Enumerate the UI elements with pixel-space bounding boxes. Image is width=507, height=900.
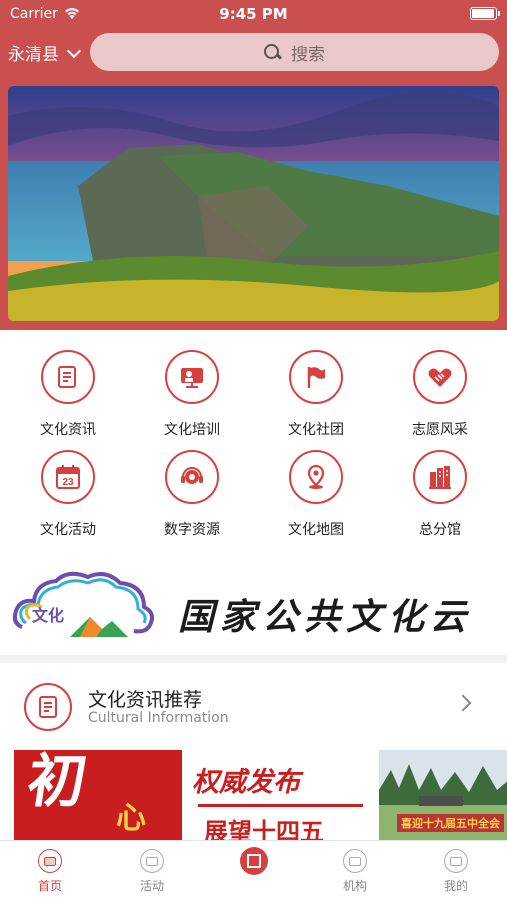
thumb-big-character: 初 bbox=[23, 750, 91, 815]
grid-label: 文化社团 bbox=[288, 422, 344, 438]
grid-item-cultural-club[interactable]: 文化社团 bbox=[254, 350, 378, 439]
grid-item-digital-resources[interactable]: 数字资源 bbox=[130, 450, 254, 539]
grid-label: 文化培训 bbox=[164, 422, 220, 438]
tab-activity[interactable]: 活动 bbox=[102, 841, 202, 900]
calendar-icon: 23 bbox=[41, 450, 95, 504]
location-selector[interactable]: 永清县 bbox=[8, 40, 82, 65]
grid-item-cultural-activity[interactable]: 23 文化活动 bbox=[6, 450, 130, 539]
profile-icon bbox=[444, 849, 468, 873]
grid-label: 数字资源 bbox=[164, 522, 220, 538]
training-icon bbox=[165, 350, 219, 404]
document-icon bbox=[24, 683, 72, 731]
culture-cloud-title[interactable]: 国家公共文化云 bbox=[178, 588, 472, 640]
news-thumbnails: 初 心 权威发布 展望十四五 喜迎十九届五中全会 bbox=[14, 750, 507, 840]
section-header-cultural-info[interactable]: 文化资讯推荐 Cultural Information bbox=[0, 663, 507, 745]
chevron-right-icon[interactable] bbox=[454, 694, 472, 712]
handshake-icon bbox=[413, 350, 467, 404]
tab-label: 我的 bbox=[443, 879, 468, 893]
tab-home[interactable]: 首页 bbox=[0, 841, 100, 900]
thumb-headline: 权威发布 bbox=[192, 767, 300, 798]
news-icon bbox=[41, 350, 95, 404]
cloud-logo-text: 文化 bbox=[32, 606, 64, 625]
thumb-subheadline: 展望十四五 bbox=[204, 818, 324, 840]
institution-icon bbox=[343, 849, 367, 873]
news-thumbnail[interactable]: 喜迎十九届五中全会 bbox=[379, 750, 507, 840]
banner-image bbox=[8, 86, 499, 321]
thumb-caption: 喜迎十九届五中全会 bbox=[397, 814, 504, 832]
grid-label: 文化资讯 bbox=[40, 422, 96, 438]
activity-icon bbox=[140, 849, 164, 873]
grid-item-volunteer[interactable]: 志愿风采 bbox=[378, 350, 502, 439]
home-icon bbox=[38, 849, 62, 873]
battery-level bbox=[472, 9, 494, 18]
scan-icon[interactable] bbox=[240, 847, 268, 875]
map-pin-icon bbox=[289, 450, 343, 504]
section-subtitle: Cultural Information bbox=[88, 710, 229, 726]
grid-item-cultural-news[interactable]: 文化资讯 bbox=[6, 350, 130, 439]
grid-label: 文化活动 bbox=[40, 522, 96, 538]
grid-label: 文化地图 bbox=[288, 522, 344, 538]
news-thumbnail[interactable]: 初 心 bbox=[14, 750, 182, 840]
grid-label: 志愿风采 bbox=[412, 422, 468, 438]
tab-mine[interactable]: 我的 bbox=[406, 841, 506, 900]
flag-icon bbox=[289, 350, 343, 404]
thumb-divider bbox=[198, 804, 363, 807]
grid-label: 总分馆 bbox=[419, 522, 461, 538]
section-title: 文化资讯推荐 bbox=[88, 689, 203, 711]
library-icon bbox=[413, 450, 467, 504]
tab-label: 首页 bbox=[37, 879, 62, 893]
grid-item-cultural-map[interactable]: 文化地图 bbox=[254, 450, 378, 539]
search-bar[interactable]: 搜索 bbox=[90, 33, 499, 71]
tab-bar: 首页 活动 机构 我的 bbox=[0, 840, 507, 900]
location-label: 永清县 bbox=[8, 45, 59, 65]
status-bar: Carrier 9:45 PM bbox=[0, 0, 507, 28]
thumb-small-character: 心 bbox=[116, 801, 146, 836]
headset-icon bbox=[165, 450, 219, 504]
calendar-day: 23 bbox=[62, 477, 74, 488]
news-thumbnail[interactable]: 权威发布 展望十四五 bbox=[186, 750, 374, 840]
tab-label: 活动 bbox=[139, 879, 164, 893]
grid-item-cultural-training[interactable]: 文化培训 bbox=[130, 350, 254, 439]
tab-label: 机构 bbox=[342, 879, 367, 893]
chevron-down-icon bbox=[66, 43, 82, 58]
battery-icon bbox=[470, 7, 500, 20]
banner-carousel[interactable] bbox=[8, 86, 499, 321]
tab-institution[interactable]: 机构 bbox=[305, 841, 405, 900]
grid-item-branch-library[interactable]: 总分馆 bbox=[378, 450, 502, 539]
clock: 9:45 PM bbox=[219, 5, 288, 23]
culture-cloud-logo[interactable]: 文化 bbox=[10, 565, 160, 645]
search-icon bbox=[264, 43, 281, 61]
section-divider bbox=[0, 655, 507, 663]
search-placeholder: 搜索 bbox=[291, 44, 325, 65]
